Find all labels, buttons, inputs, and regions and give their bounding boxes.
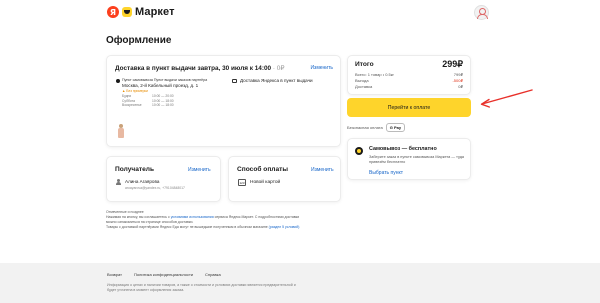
payment-method: 123 Новой картой xyxy=(238,179,280,186)
footer: Возврат Политика конфиденциальности Спра… xyxy=(0,263,600,303)
terms-link[interactable]: (раздел 5 условий) xyxy=(269,225,300,229)
promo-title: Самовывоз — бесплатно xyxy=(369,146,437,152)
order-summary: Итого 299₽ Всего: 1 товар • 0.5кг 799₽ Вы… xyxy=(347,55,471,95)
recipient-name: Алина Агаярова xyxy=(125,179,160,184)
courier-label: Доставка Яндекса в пункт выдачи xyxy=(240,78,313,83)
card-icon: 123 xyxy=(238,179,246,186)
gpay-icon: G Pay xyxy=(385,123,406,132)
payment-methods: Безопасная оплата G Pay xyxy=(347,123,406,132)
payment-change-link[interactable]: Изменить xyxy=(311,167,334,173)
choose-pickup-link[interactable]: Выбрать пункт xyxy=(369,170,403,176)
logo[interactable]: Я Маркет xyxy=(107,6,175,18)
payment-methods-label: Безопасная оплата xyxy=(347,125,383,130)
delivery-price: · 0₽ xyxy=(272,65,285,72)
arrow-annotation-icon xyxy=(480,89,533,108)
payment-card: Способ оплаты Изменить 123 Новой картой xyxy=(228,156,341,202)
pickup-address: Москва, 2-й Кабельный проезд, д. 1 xyxy=(122,83,199,88)
recipient-title: Получатель xyxy=(115,166,155,173)
pickup-note: Пункт самовывоза Пункт выдачи заказов па… xyxy=(122,78,208,82)
delivery-card: Доставка в пункт выдачи завтра, 30 июля … xyxy=(106,55,341,147)
person-icon xyxy=(116,179,121,185)
yandex-logo-icon: Я xyxy=(107,6,119,18)
pay-button[interactable]: Перейти к оплате xyxy=(347,98,471,117)
header: Я Маркет xyxy=(0,0,600,26)
footer-link-returns[interactable]: Возврат xyxy=(107,272,122,277)
pickup-point: Пункт самовывоза Пункт выдачи заказов па… xyxy=(116,78,226,108)
terms-link[interactable]: условиями использования xyxy=(171,215,214,219)
recipient-contact: aroayarova@yandex.ru, +79104848017 xyxy=(125,186,185,190)
footer-info: Информация о ценах и наличии товаров, а … xyxy=(107,283,296,292)
terms-line: Товары с доставкой партнёрами Яндекс Еда… xyxy=(106,225,300,229)
delivery-title: Доставка в пункт выдачи завтра, 30 июля … xyxy=(115,65,285,72)
payment-method-label: Новой картой xyxy=(250,180,281,185)
summary-line-benefit: Выгода -500₽ xyxy=(355,78,463,83)
promo-description: Заберите заказ в пункте самовывоза Марке… xyxy=(369,155,465,164)
footer-link-help[interactable]: Справка xyxy=(205,272,221,277)
product-image[interactable] xyxy=(117,124,125,138)
logo-text: Маркет xyxy=(135,6,175,18)
summary-line: Всего: 1 товар • 0.5кг 799₽ xyxy=(355,72,463,77)
pickup-point-icon xyxy=(116,79,120,83)
delivery-change-link[interactable]: Изменить xyxy=(310,65,333,71)
pickup-badge: ▲ Без примерки xyxy=(122,89,148,93)
pickup-promo: Самовывоз — бесплатно Заберите заказ в п… xyxy=(347,138,471,180)
summary-total: 299₽ xyxy=(442,59,463,69)
summary-title: Итого xyxy=(355,61,374,68)
terms-text: Отмеченные и позднее Нажимая на кнопку, … xyxy=(106,210,341,230)
summary-line-delivery: Доставка 0₽ xyxy=(355,84,463,89)
market-logo-icon xyxy=(122,7,132,17)
recipient-info: Алина Агаярова aroayarova@yandex.ru, +79… xyxy=(116,179,185,190)
opening-hours: Будни 10:00 — 20:00 Суббота 10:00 — 18:00 … xyxy=(116,94,226,108)
courier-icon xyxy=(232,78,237,83)
footer-links: Возврат Политика конфиденциальности Спра… xyxy=(107,272,221,277)
courier-option[interactable]: Доставка Яндекса в пункт выдачи xyxy=(232,78,313,83)
payment-title: Способ оплаты xyxy=(237,166,289,173)
recipient-card: Получатель Изменить Алина Агаярова aroay… xyxy=(106,156,221,202)
footer-link-privacy[interactable]: Политика конфиденциальности xyxy=(134,272,193,277)
recipient-change-link[interactable]: Изменить xyxy=(188,167,211,173)
user-avatar-icon[interactable] xyxy=(474,5,489,20)
page-title: Оформление xyxy=(106,35,172,46)
promo-icon xyxy=(355,147,363,155)
hours-row: Воскресенье 10:00 — 18:00 xyxy=(122,103,174,108)
